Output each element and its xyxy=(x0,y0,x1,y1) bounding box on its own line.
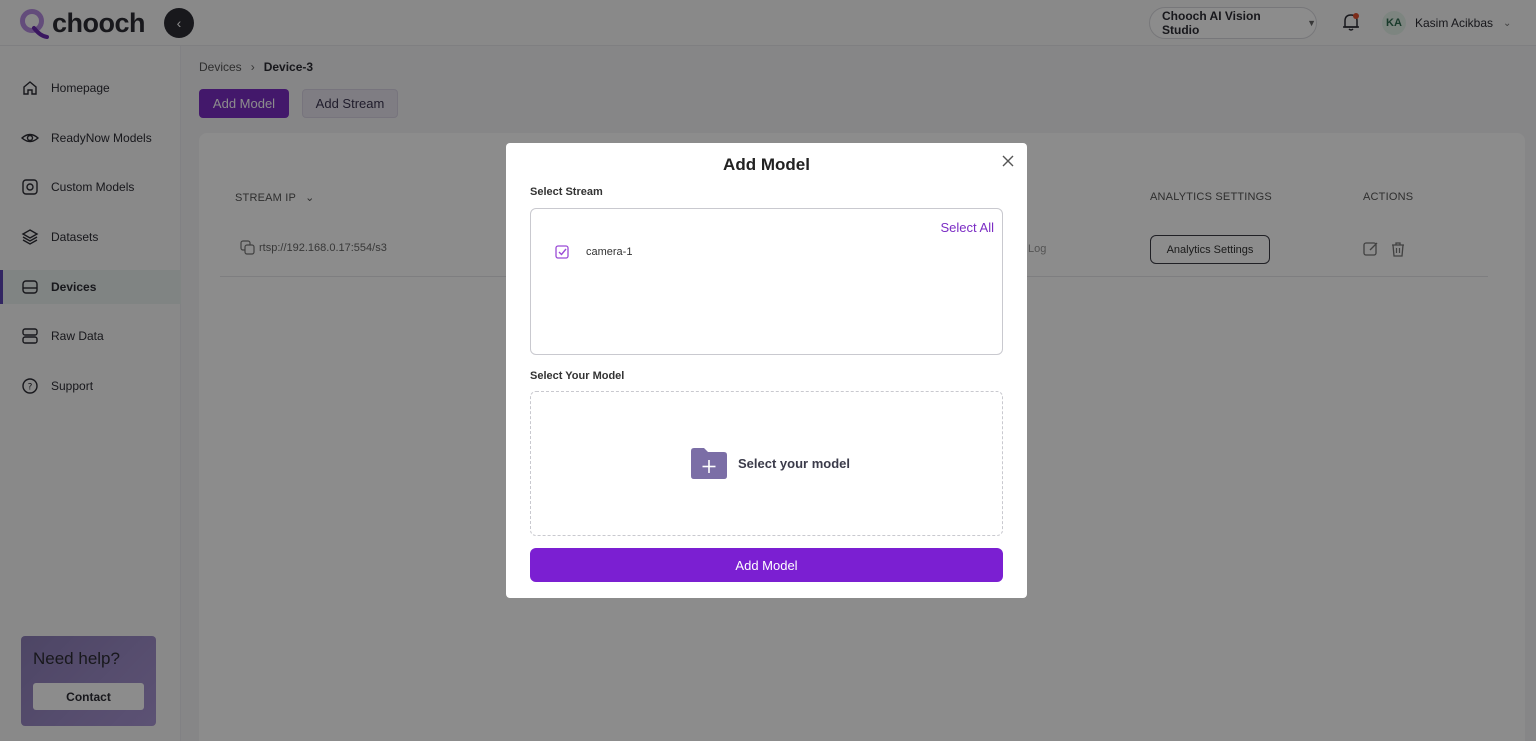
add-model-modal: Add Model Select Stream Select All camer… xyxy=(506,143,1027,598)
submit-add-model-button[interactable]: Add Model xyxy=(530,548,1003,582)
stream-option-label: camera-1 xyxy=(586,246,633,258)
select-model-label: Select Your Model xyxy=(530,370,625,382)
model-dropzone[interactable]: Select your model xyxy=(530,391,1003,536)
select-model-text: Select your model xyxy=(738,455,850,471)
stream-option-camera-1[interactable]: camera-1 xyxy=(555,245,632,259)
close-icon[interactable] xyxy=(1000,153,1016,169)
modal-title: Add Model xyxy=(723,155,810,174)
select-all-link[interactable]: Select All xyxy=(941,220,994,235)
select-stream-label: Select Stream xyxy=(530,186,603,198)
folder-add-icon xyxy=(691,448,727,479)
stream-list: Select All camera-1 xyxy=(530,208,1003,355)
select-model-picker[interactable]: Select your model xyxy=(690,446,850,480)
checkbox-checked-icon[interactable] xyxy=(555,245,569,259)
